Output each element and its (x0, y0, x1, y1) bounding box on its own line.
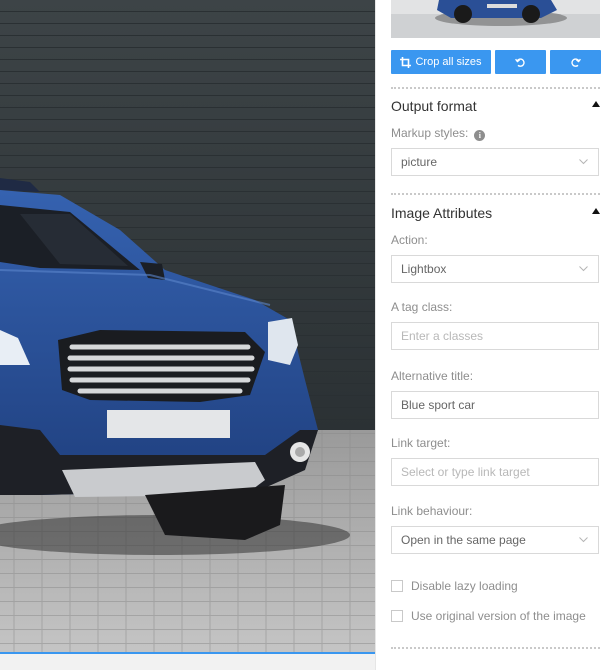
car-image (0, 0, 375, 670)
use-original-checkbox[interactable] (391, 610, 403, 622)
markup-styles-select[interactable]: picture (391, 148, 599, 176)
section-divider (391, 193, 600, 195)
rotate-left-icon (515, 57, 526, 68)
thumbnail-image (391, 0, 600, 38)
markup-styles-label-text: Markup styles: (391, 126, 469, 140)
disable-lazy-loading-checkbox[interactable] (391, 580, 403, 592)
section-divider (391, 87, 600, 89)
link-target-placeholder: Select or type link target (401, 465, 530, 479)
alternative-title-label: Alternative title: (391, 369, 474, 383)
a-tag-class-input[interactable]: Enter a classes (391, 322, 599, 350)
chevron-down-icon (579, 266, 588, 272)
image-attributes-heading[interactable]: Image Attributes (391, 205, 492, 221)
disable-lazy-loading-option[interactable]: Disable lazy loading (391, 579, 518, 593)
canvas-footer (0, 654, 375, 670)
crop-all-sizes-button[interactable]: Crop all sizes (391, 50, 491, 74)
crop-toolbar: Crop all sizes (391, 50, 601, 74)
markup-styles-value: picture (401, 155, 438, 169)
rotate-left-button[interactable] (495, 50, 546, 74)
rotate-right-button[interactable] (550, 50, 601, 74)
image-thumbnail[interactable] (391, 0, 600, 38)
alternative-title-input[interactable]: Blue sport car (391, 391, 599, 419)
chevron-down-icon (579, 159, 588, 165)
action-select[interactable]: Lightbox (391, 255, 599, 283)
action-value: Lightbox (401, 262, 447, 276)
link-target-input[interactable]: Select or type link target (391, 458, 599, 486)
link-behaviour-select[interactable]: Open in the same page (391, 526, 599, 554)
a-tag-class-label: A tag class: (391, 300, 453, 314)
image-canvas[interactable] (0, 0, 375, 670)
output-format-heading[interactable]: Output format (391, 98, 477, 114)
link-target-label: Link target: (391, 436, 451, 450)
action-label: Action: (391, 233, 428, 247)
link-behaviour-label: Link behaviour: (391, 504, 473, 518)
markup-styles-label: Markup styles: i (391, 126, 486, 141)
crop-all-sizes-label: Crop all sizes (415, 56, 482, 68)
collapse-image-attributes-icon[interactable] (592, 208, 600, 214)
chevron-down-icon (579, 537, 588, 543)
crop-icon (400, 56, 412, 68)
a-tag-class-placeholder: Enter a classes (401, 329, 484, 343)
disable-lazy-loading-label: Disable lazy loading (411, 579, 518, 593)
info-icon[interactable]: i (474, 130, 486, 141)
use-original-option[interactable]: Use original version of the image (391, 609, 586, 623)
use-original-label: Use original version of the image (411, 609, 586, 623)
collapse-output-format-icon[interactable] (592, 101, 600, 107)
rotate-right-icon (570, 57, 581, 68)
alternative-title-value: Blue sport car (401, 398, 476, 412)
link-behaviour-value: Open in the same page (401, 533, 526, 547)
section-divider (391, 647, 600, 649)
image-settings-panel: Crop all sizes Output format Markup styl… (375, 0, 614, 670)
